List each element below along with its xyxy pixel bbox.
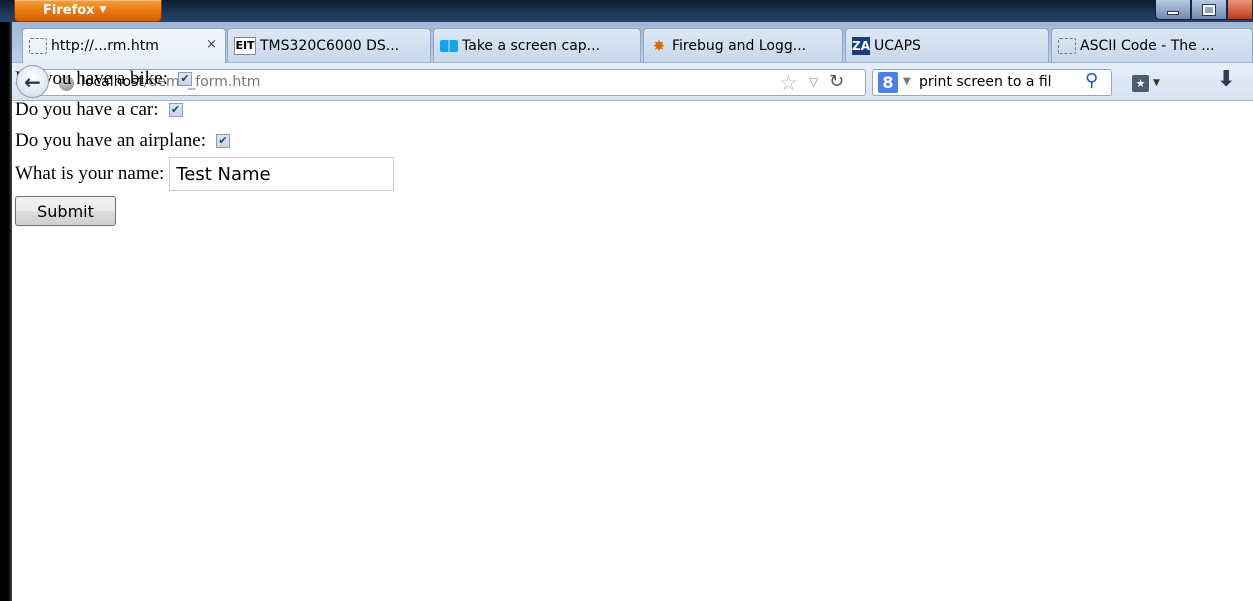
bookmarks-menu-button[interactable]: ★ ▼ bbox=[1132, 73, 1168, 93]
tab-firebug[interactable]: ✸ Firebug and Logg... bbox=[643, 28, 843, 62]
bike-row: Do you have a bike: ✔ bbox=[15, 63, 394, 94]
firefox-menu-button[interactable]: Firefox ▼ bbox=[14, 0, 162, 22]
tab-label: TMS320C6000 DS... bbox=[260, 37, 400, 54]
blank-page-icon bbox=[29, 38, 47, 54]
firebug-icon: ✸ bbox=[652, 36, 666, 55]
minimize-icon bbox=[1167, 11, 1179, 15]
back-button[interactable]: ← bbox=[16, 65, 49, 98]
back-arrow-icon: ← bbox=[24, 69, 41, 94]
demo-form: Do you have a bike: ✔ Do you have a car:… bbox=[15, 63, 395, 226]
bookmarks-icon: ★ bbox=[1132, 74, 1149, 92]
tab-ucaps[interactable]: ZA UCAPS bbox=[845, 28, 1049, 62]
eit-icon: EIT bbox=[234, 36, 256, 55]
chevron-down-icon: ▼ bbox=[1153, 78, 1160, 88]
firefox-menu-label: Firefox bbox=[43, 3, 95, 18]
history-dropdown-icon[interactable]: ▽ bbox=[809, 75, 818, 89]
car-label: Do you have a car: bbox=[15, 98, 159, 120]
tab-tms320c6000[interactable]: EIT TMS320C6000 DS... bbox=[227, 28, 431, 62]
search-input[interactable]: print screen to a fil bbox=[919, 74, 1083, 90]
name-row: What is your name: bbox=[15, 156, 395, 192]
search-icon[interactable]: ⚲ bbox=[1085, 70, 1098, 91]
search-bar[interactable]: 8 ▼ print screen to a fil ⚲ bbox=[872, 69, 1112, 96]
google-search-engine-icon[interactable]: 8 bbox=[878, 72, 898, 93]
name-input[interactable] bbox=[169, 157, 395, 191]
tab-demo-form[interactable]: http://...rm.htm × bbox=[22, 28, 226, 63]
windows-icon bbox=[440, 39, 458, 52]
airplane-checkbox[interactable]: ✔ bbox=[215, 133, 230, 148]
maximize-button[interactable] bbox=[1191, 0, 1227, 20]
bookmark-star-icon[interactable]: ☆ bbox=[779, 71, 798, 95]
reload-icon[interactable]: ↻ bbox=[829, 71, 844, 92]
maximize-icon bbox=[1202, 3, 1216, 16]
tab-screen-capture[interactable]: Take a screen cap... bbox=[433, 28, 641, 62]
bike-checkbox[interactable]: ✔ bbox=[178, 71, 193, 86]
tab-label: UCAPS bbox=[874, 37, 921, 54]
blank-page-icon bbox=[1058, 37, 1076, 54]
minimize-button[interactable] bbox=[1155, 0, 1191, 20]
close-tab-icon[interactable]: × bbox=[206, 37, 217, 52]
name-label: What is your name: bbox=[15, 163, 165, 184]
downloads-icon[interactable]: ⬇ bbox=[1217, 67, 1235, 92]
airplane-row: Do you have an airplane: ✔ bbox=[15, 125, 394, 156]
tab-label: ASCII Code - The ... bbox=[1080, 37, 1215, 54]
tab-ascii-code[interactable]: ASCII Code - The ... bbox=[1051, 28, 1253, 62]
ucaps-icon: ZA bbox=[852, 36, 870, 55]
tab-label: Firebug and Logg... bbox=[672, 37, 807, 54]
submit-button[interactable]: Submit bbox=[15, 196, 116, 226]
car-row: Do you have a car: ✔ bbox=[15, 94, 394, 125]
window-frame bbox=[0, 22, 12, 601]
car-checkbox[interactable]: ✔ bbox=[168, 102, 183, 117]
chevron-down-icon[interactable]: ▼ bbox=[903, 76, 911, 87]
tab-label: http://...rm.htm bbox=[51, 38, 159, 54]
close-window-button[interactable] bbox=[1227, 0, 1253, 20]
window-title-bar bbox=[0, 0, 1253, 22]
chevron-down-icon: ▼ bbox=[99, 5, 107, 15]
tab-label: Take a screen cap... bbox=[462, 37, 601, 54]
airplane-label: Do you have an airplane: bbox=[15, 129, 206, 151]
